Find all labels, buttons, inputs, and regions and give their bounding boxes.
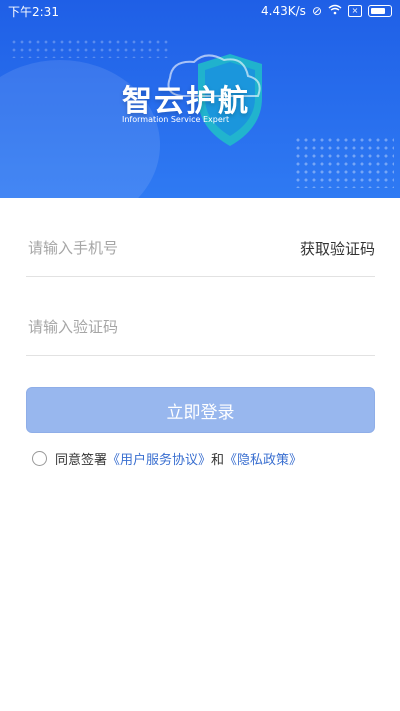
code-field-row — [26, 299, 375, 356]
app-logo: 智云护航 Information Service Expert — [112, 46, 292, 156]
agreement-row: 同意签署 《用户服务协议》 和 《隐私政策》 — [32, 449, 302, 468]
phone-input[interactable] — [26, 238, 260, 258]
status-time: 下午2:31 — [8, 4, 59, 19]
decorative-dots — [294, 136, 394, 188]
logo-title: 智云护航 — [122, 84, 250, 119]
privacy-policy-link[interactable]: 《隐私政策》 — [224, 449, 302, 468]
agreement-prefix: 同意签署 — [55, 453, 108, 468]
login-form: 获取验证码 — [26, 220, 375, 356]
get-code-button[interactable]: 获取验证码 — [300, 238, 375, 259]
wifi-icon — [328, 4, 342, 18]
no-signal-icon: ⊘ — [311, 4, 322, 18]
logo-subtitle: Information Service Expert — [122, 115, 230, 124]
status-bar: 下午2:31 4.43K/s ⊘ × — [0, 0, 400, 22]
network-speed: 4.43K/s — [261, 4, 306, 18]
header-banner: 下午2:31 4.43K/s ⊘ × 智云护航 Information Serv… — [0, 0, 400, 198]
user-agreement-link[interactable]: 《用户服务协议》 — [107, 449, 211, 468]
agree-checkbox[interactable] — [32, 451, 47, 466]
agreement-and: 和 — [211, 453, 225, 468]
close-box-icon: × — [348, 5, 362, 17]
code-input[interactable] — [26, 317, 260, 337]
phone-field-row: 获取验证码 — [26, 220, 375, 277]
login-button[interactable]: 立即登录 — [26, 387, 375, 433]
battery-icon — [368, 5, 392, 17]
